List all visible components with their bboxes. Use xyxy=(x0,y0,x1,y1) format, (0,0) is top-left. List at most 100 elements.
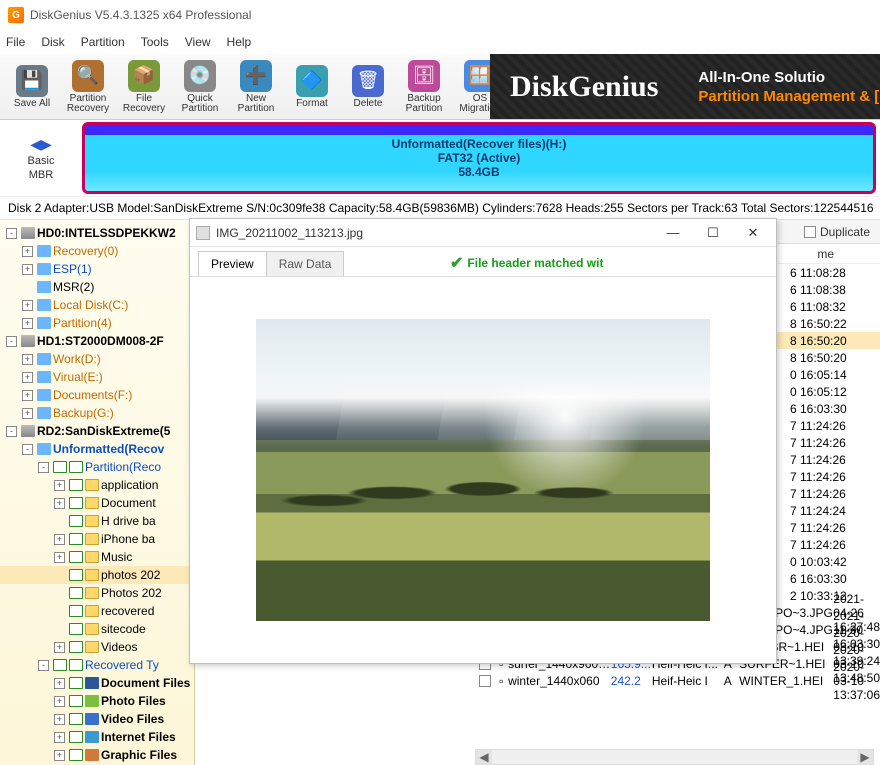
tree-toggle-icon[interactable]: + xyxy=(22,390,33,401)
menu-file[interactable]: File xyxy=(6,35,25,49)
tree-item[interactable]: + Backup(G:) xyxy=(0,404,194,422)
tree-item[interactable]: + Music xyxy=(0,548,194,566)
menu-disk[interactable]: Disk xyxy=(41,35,64,49)
tree-item[interactable]: + Partition(4) xyxy=(0,314,194,332)
tree-item[interactable]: + Internet Files xyxy=(0,728,194,746)
tree-checkbox[interactable] xyxy=(69,695,83,707)
tree-toggle-icon[interactable]: - xyxy=(22,444,33,455)
tree-toggle-icon[interactable]: + xyxy=(54,678,65,689)
tree-toggle-icon[interactable]: + xyxy=(22,372,33,383)
tree-toggle-icon[interactable]: - xyxy=(6,336,17,347)
tree-checkbox[interactable] xyxy=(53,659,67,671)
tree-item[interactable]: + iPhone ba xyxy=(0,530,194,548)
menu-partition[interactable]: Partition xyxy=(81,35,125,49)
tree-toggle-icon[interactable]: + xyxy=(54,552,65,563)
disk-basic-info[interactable]: ◀▶ Basic MBR xyxy=(4,122,78,194)
tree-panel[interactable]: - HD0:INTELSSDPEKKW2+ Recovery(0)+ ESP(1… xyxy=(0,220,195,765)
tree-item[interactable]: + Documents(F:) xyxy=(0,386,194,404)
tree-item[interactable]: + Document xyxy=(0,494,194,512)
tree-toggle-icon[interactable]: + xyxy=(22,300,33,311)
tree-checkbox[interactable] xyxy=(69,551,83,563)
scroll-left-icon[interactable]: ◀ xyxy=(476,750,492,764)
preview-window[interactable]: IMG_20211002_113213.jpg — ☐ ✕ Preview Ra… xyxy=(189,218,777,664)
toolbar-quick-partition[interactable]: 💿QuickPartition xyxy=(172,57,228,117)
toolbar-new-partition[interactable]: ➕NewPartition xyxy=(228,57,284,117)
tree-item[interactable]: - Recovered Ty xyxy=(0,656,194,674)
tree-item[interactable]: H drive ba xyxy=(0,512,194,530)
file-row[interactable]: ▫winter_1440x060242.2Heif-Heic IAWINTER_… xyxy=(195,672,880,689)
toolbar-backup-partition[interactable]: 🗄BackupPartition xyxy=(396,57,452,117)
tree-toggle-icon[interactable]: + xyxy=(54,642,65,653)
tree-checkbox[interactable] xyxy=(69,479,83,491)
tree-toggle-icon[interactable]: + xyxy=(54,696,65,707)
file-checkbox[interactable] xyxy=(479,675,491,687)
tree-item[interactable]: + Video Files xyxy=(0,710,194,728)
tree-item[interactable]: + Virual(E:) xyxy=(0,368,194,386)
toolbar-format[interactable]: 🔷Format xyxy=(284,57,340,117)
duplicate-checkbox[interactable] xyxy=(804,226,816,238)
toolbar-save-all[interactable]: 💾Save All xyxy=(4,57,60,117)
tree-toggle-icon[interactable]: + xyxy=(54,480,65,491)
tree-item[interactable]: recovered xyxy=(0,602,194,620)
tree-item[interactable]: MSR(2) xyxy=(0,278,194,296)
scroll-right-icon[interactable]: ▶ xyxy=(857,750,873,764)
duplicate-toggle[interactable]: Duplicate xyxy=(804,225,870,239)
tree-item[interactable]: + Videos xyxy=(0,638,194,656)
maximize-button[interactable]: ☐ xyxy=(696,222,730,244)
tree-item[interactable]: photos 202 xyxy=(0,566,194,584)
tree-checkbox[interactable] xyxy=(69,605,83,617)
tree-item[interactable]: - Unformatted(Recov xyxy=(0,440,194,458)
tree-toggle-icon[interactable]: + xyxy=(54,498,65,509)
tree-checkbox[interactable] xyxy=(69,587,83,599)
tree-item[interactable]: - Partition(Reco xyxy=(0,458,194,476)
tree-checkbox[interactable] xyxy=(69,533,83,545)
tree-item[interactable]: - RD2:SanDiskExtreme(5 xyxy=(0,422,194,440)
tree-item[interactable]: - HD1:ST2000DM008-2F xyxy=(0,332,194,350)
tree-checkbox[interactable] xyxy=(69,677,83,689)
menu-tools[interactable]: Tools xyxy=(141,35,169,49)
tree-item[interactable]: - HD0:INTELSSDPEKKW2 xyxy=(0,224,194,242)
tree-toggle-icon[interactable]: + xyxy=(54,750,65,761)
tab-raw-data[interactable]: Raw Data xyxy=(266,251,345,276)
tree-checkbox[interactable] xyxy=(69,641,83,653)
toolbar-partition-recovery[interactable]: 🔍PartitionRecovery xyxy=(60,57,116,117)
tree-item[interactable]: + Local Disk(C:) xyxy=(0,296,194,314)
tree-item[interactable]: + Graphic Files xyxy=(0,746,194,764)
tree-checkbox[interactable] xyxy=(69,731,83,743)
minimize-button[interactable]: — xyxy=(656,222,690,244)
tree-checkbox[interactable] xyxy=(69,749,83,761)
tree-checkbox[interactable] xyxy=(69,515,83,527)
tree-toggle-icon[interactable]: + xyxy=(54,732,65,743)
tree-checkbox[interactable] xyxy=(69,569,83,581)
tree-checkbox[interactable] xyxy=(69,713,83,725)
tree-checkbox[interactable] xyxy=(69,623,83,635)
tree-item[interactable]: + application xyxy=(0,476,194,494)
tree-item[interactable]: + Document Files xyxy=(0,674,194,692)
close-button[interactable]: ✕ xyxy=(736,222,770,244)
tree-toggle-icon[interactable]: + xyxy=(22,246,33,257)
tree-toggle-icon[interactable]: + xyxy=(22,318,33,329)
menu-help[interactable]: Help xyxy=(227,35,252,49)
tree-item[interactable]: + Recovery(0) xyxy=(0,242,194,260)
toolbar-delete[interactable]: 🗑Delete xyxy=(340,57,396,117)
tree-toggle-icon[interactable]: - xyxy=(38,660,49,671)
tree-item[interactable]: sitecode xyxy=(0,620,194,638)
tree-toggle-icon[interactable]: + xyxy=(54,534,65,545)
tree-toggle-icon[interactable]: + xyxy=(22,408,33,419)
tab-preview[interactable]: Preview xyxy=(198,251,267,276)
tree-item[interactable]: + Photo Files xyxy=(0,692,194,710)
tree-toggle-icon[interactable]: - xyxy=(38,462,49,473)
tree-item[interactable]: Photos 202 xyxy=(0,584,194,602)
toolbar-file-recovery[interactable]: 📦FileRecovery xyxy=(116,57,172,117)
col-time[interactable]: me xyxy=(817,247,834,261)
partition-box[interactable]: Unformatted(Recover files)(H:) FAT32 (Ac… xyxy=(82,122,876,194)
tree-checkbox[interactable] xyxy=(53,461,67,473)
tree-toggle-icon[interactable]: - xyxy=(6,228,17,239)
tree-item[interactable]: + ESP(1) xyxy=(0,260,194,278)
tree-toggle-icon[interactable]: + xyxy=(22,264,33,275)
tree-checkbox[interactable] xyxy=(69,497,83,509)
tree-toggle-icon[interactable]: + xyxy=(54,714,65,725)
tree-toggle-icon[interactable]: - xyxy=(6,426,17,437)
menu-view[interactable]: View xyxy=(185,35,211,49)
nav-arrows-icon[interactable]: ◀▶ xyxy=(30,136,52,153)
